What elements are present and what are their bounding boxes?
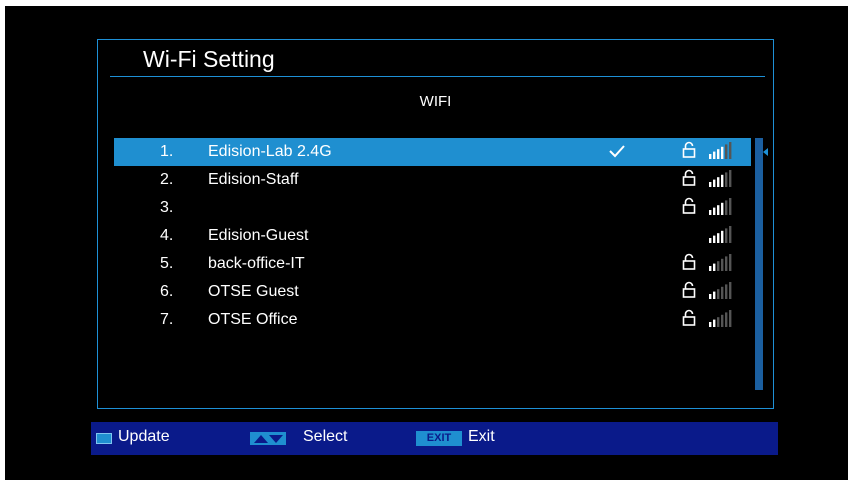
network-row[interactable]: 6. OTSE Guest [114,278,751,306]
list-heading: WIFI [419,93,452,110]
signal-strength-icon [709,226,732,243]
footer-bar: Update Select EXIT Exit [91,422,778,455]
scroll-position-marker-icon [763,148,768,156]
network-row[interactable]: 5. back-office-IT [114,250,751,278]
network-ssid: OTSE Guest [208,283,299,300]
network-row[interactable]: 1. Edision-Lab 2.4G [114,138,751,166]
network-index: 5. [160,255,174,272]
network-row[interactable]: 2. Edision-Staff [114,166,751,194]
signal-strength-icon [709,310,732,327]
page-title: Wi-Fi Setting [143,46,275,72]
network-index: 4. [160,227,174,244]
network-list: 1. Edision-Lab 2.4G 2. Edision-Staff 3. 4. Edi… [114,138,751,334]
up-down-arrows-icon [254,435,283,443]
signal-strength-icon [709,254,732,271]
signal-strength-icon [709,282,732,299]
network-index: 2. [160,171,174,188]
exit-hint[interactable]: Exit [468,428,495,446]
network-row[interactable]: 3. [114,194,751,222]
network-index: 7. [160,311,174,328]
lock-icon [682,141,696,158]
network-ssid: Edision-Lab 2.4G [208,143,332,160]
network-ssid: back-office-IT [208,255,305,272]
lock-icon [682,309,696,326]
blue-key-icon [96,433,112,444]
network-index: 6. [160,283,174,300]
title-divider [110,76,765,77]
up-down-key-icon [250,432,286,445]
network-ssid: Edision-Staff [208,171,299,188]
network-row[interactable]: 7. OTSE Office [114,306,751,334]
network-row[interactable]: 4. Edision-Guest [114,222,751,250]
lock-icon [682,281,696,298]
network-ssid: OTSE Office [208,311,298,328]
tv-screen: Wi-Fi Setting WIFI 1. Edision-Lab 2.4G 2. E… [5,6,848,480]
wifi-setting-panel: Wi-Fi Setting WIFI 1. Edision-Lab 2.4G 2. E… [97,39,774,409]
scrollbar[interactable] [755,138,768,390]
lock-icon [682,253,696,270]
update-hint[interactable]: Update [118,428,170,446]
network-ssid: Edision-Guest [208,227,309,244]
signal-strength-icon [709,170,732,187]
network-index: 1. [160,143,174,160]
exit-key-icon: EXIT [416,431,462,446]
signal-strength-icon [709,198,732,215]
network-index: 3. [160,199,174,216]
signal-strength-icon [709,142,732,159]
connected-check-icon [609,145,625,158]
select-hint[interactable]: Select [303,428,347,446]
lock-icon [682,169,696,186]
lock-icon [682,197,696,214]
